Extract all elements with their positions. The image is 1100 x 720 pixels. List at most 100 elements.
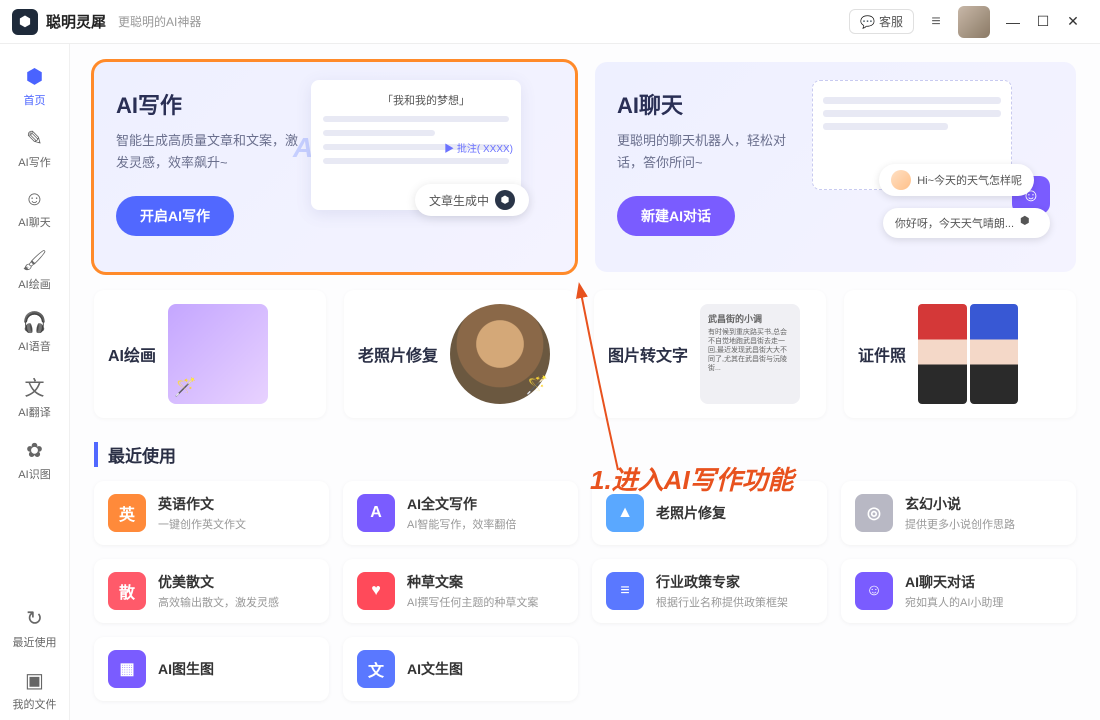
recent-item-desc: 一键创作英文作文 [158,516,246,532]
recent-item[interactable]: ▦ AI图生图 [94,637,329,701]
mini-logo-icon: ⬢ [495,190,515,210]
sidebar-item-files[interactable]: ▣ 我的文件 [5,660,65,720]
sidebar-item-recent[interactable]: ↻ 最近使用 [5,598,65,658]
recent-icon: ↻ [26,606,43,631]
recent-item-icon: 文 [357,650,395,688]
recent-item-icon: ♥ [357,572,395,610]
hero-write-desc: 智能生成高质量文章和文案，激发灵感，效率飙升~ [116,130,306,174]
recent-item-title: AI聊天对话 [905,572,1003,592]
recent-item-icon: 散 [108,572,146,610]
support-button[interactable]: 💬 客服 [849,9,914,34]
recent-item[interactable]: ☺ AI聊天对话 宛如真人的AI小助理 [841,559,1076,623]
support-label: 客服 [879,13,903,30]
recent-item-icon: ▦ [108,650,146,688]
close-button[interactable]: ✕ [1058,7,1088,37]
bubble2-text: 你好呀，今天天气晴朗... [895,215,1014,231]
app-logo-icon: ⬢ [12,9,38,35]
sidebar-item-ocr[interactable]: ✿ AI识图 [5,430,65,490]
document-preview: 「我和我的梦想」 ▶ 批注( XXXX) 文章生成中 ⬢ [311,80,521,210]
recent-item[interactable]: ◎ 玄幻小说 提供更多小说创作思路 [841,481,1076,545]
sidebar-item-home[interactable]: ⬢首页 [5,56,65,116]
sidebar-label: AI识图 [18,466,50,482]
new-chat-button[interactable]: 新建AI对话 [617,196,735,236]
mini-avatar-icon [891,170,911,190]
recent-item[interactable]: ≡ 行业政策专家 根据行业名称提供政策框架 [592,559,827,623]
app-name: 聪明灵犀 [46,11,106,32]
chat-illustration: ☺ Hi~今天的天气怎样呢 你好呀，今天天气晴朗... ⬢ [812,80,1062,250]
recent-item[interactable]: 英 英语作文 一键创作英文作文 [94,481,329,545]
sidebar-label: AI语音 [18,338,50,354]
sidebar-item-chat[interactable]: ☺ AI聊天 [5,180,65,238]
chat-icon: 💬 [860,15,875,29]
avatar[interactable] [958,6,990,38]
doc-title: 「我和我的梦想」 [343,92,509,108]
feature-title: 老照片修复 [358,342,438,366]
annotation-text: 1.进入AI写作功能 [590,460,794,497]
maximize-button[interactable]: ☐ [1028,7,1058,37]
start-ai-write-button[interactable]: 开启AI写作 [116,196,234,236]
recent-item-desc: 高效输出散文，激发灵感 [158,594,279,610]
sidebar-label: 最近使用 [13,634,57,650]
chat-icon: ☺ [24,188,44,211]
snippet-text: 有时候到重庆路买书,总会不自觉地跑武昌街去走一回,最近发现武昌街大大不同了,尤其… [708,328,792,373]
feature-card-photo-restore[interactable]: 老照片修复 [344,290,576,418]
feature-title: 证件照 [858,342,906,366]
sidebar-item-translate[interactable]: 文 AI翻译 [5,364,65,428]
ocr-icon: ✿ [26,438,43,463]
recent-item[interactable]: ♥ 种草文案 AI撰写任何主题的种草文案 [343,559,578,623]
home-icon: ⬢ [26,64,43,89]
files-icon: ▣ [25,668,44,693]
feature-card-ocr[interactable]: 图片转文字 武昌街的小调 有时候到重庆路买书,总会不自觉地跑武昌街去走一回,最近… [594,290,826,418]
feature-title: AI绘画 [108,342,156,366]
snippet-title: 武昌街的小调 [708,312,792,325]
recent-item-title: AI全文写作 [407,494,516,514]
recent-item-title: 玄幻小说 [905,494,1015,514]
recent-item-icon: A [357,494,395,532]
recent-item-title: 种草文案 [407,572,538,592]
recent-item-icon: 英 [108,494,146,532]
menu-icon[interactable]: ≡ [922,8,950,36]
sidebar-item-write[interactable]: ✎ AI写作 [5,118,65,178]
write-icon: ✎ [26,126,43,151]
feature-card-paint[interactable]: AI绘画 [94,290,326,418]
sidebar-label: AI翻译 [18,404,50,420]
titlebar: ⬢ 聪明灵犀 更聪明的AI神器 💬 客服 ≡ — ☐ ✕ [0,0,1100,44]
voice-icon: 🎧 [22,310,47,335]
recent-item-desc: 宛如真人的AI小助理 [905,594,1003,610]
chat-bubble-user: Hi~今天的天气怎样呢 [879,164,1034,196]
sidebar: ⬢首页 ✎AI写作 ☺AI聊天 🖌AI绘画 🎧AI语音 文AI翻译 ✿AI识图 … [0,44,70,720]
recent-grid: 英 英语作文 一键创作英文作文 A AI全文写作 AI智能写作，效率翻倍 ▲ 老… [94,481,1076,701]
recent-item-desc: 提供更多小说创作思路 [905,516,1015,532]
recent-item-icon: ▲ [606,494,644,532]
recent-item-title: 行业政策专家 [656,572,788,592]
recent-item-title: 优美散文 [158,572,279,592]
sidebar-item-voice[interactable]: 🎧 AI语音 [5,302,65,362]
recent-item[interactable]: A AI全文写作 AI智能写作，效率翻倍 [343,481,578,545]
chat-bubble-ai: 你好呀，今天天气晴朗... ⬢ [883,208,1050,238]
hero-card-write[interactable]: AI写作 智能生成高质量文章和文案，激发灵感，效率飙升~ 开启AI写作 AI 「… [94,62,575,272]
feature-img-photo [450,304,550,404]
app-tagline: 更聪明的AI神器 [118,13,201,30]
recent-item-title: AI图生图 [158,659,214,679]
recent-item[interactable]: 文 AI文生图 [343,637,578,701]
paint-icon: 🖌 [22,248,47,273]
translate-icon: 文 [25,372,45,401]
feature-img-text: 武昌街的小调 有时候到重庆路买书,总会不自觉地跑武昌街去走一回,最近发现武昌街大… [700,304,800,404]
recent-item[interactable]: 散 优美散文 高效输出散文，激发灵感 [94,559,329,623]
feature-card-idphoto[interactable]: 证件照 [844,290,1076,418]
write-illustration: AI 「我和我的梦想」 ▶ 批注( XXXX) 文章生成中 ⬢ [311,80,561,250]
recent-item-title: 老照片修复 [656,503,726,523]
recent-item-desc: AI撰写任何主题的种草文案 [407,594,538,610]
recent-item-desc: AI智能写作，效率翻倍 [407,516,516,532]
sidebar-label: AI聊天 [18,214,50,230]
sidebar-label: AI写作 [18,154,50,170]
generating-pill: 文章生成中 ⬢ [415,184,529,216]
mini-logo-icon: ⬢ [1020,214,1038,232]
minimize-button[interactable]: — [998,7,1028,37]
sidebar-item-paint[interactable]: 🖌AI绘画 [5,240,65,300]
doc-note: ▶ 批注( XXXX) [444,140,513,155]
hero-card-chat[interactable]: AI聊天 更聪明的聊天机器人，轻松对话，答你所问~ 新建AI对话 ☺ Hi~今天… [595,62,1076,272]
sidebar-label: 我的文件 [13,696,57,712]
generating-label: 文章生成中 [429,192,489,209]
feature-img-id [918,304,1018,404]
